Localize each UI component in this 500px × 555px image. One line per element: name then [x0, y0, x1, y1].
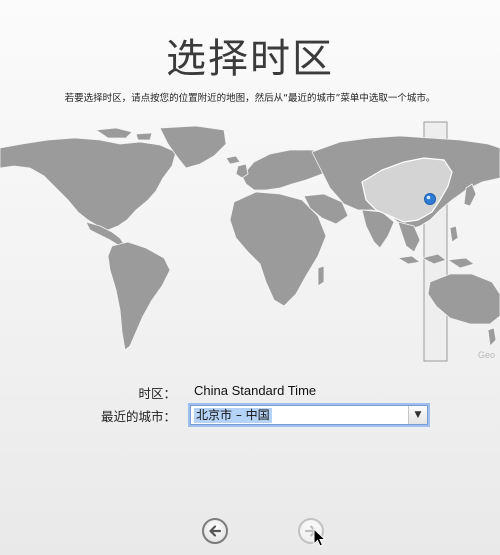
nearest-city-input[interactable]: 北京市 – 中国 — [194, 408, 272, 423]
back-arrow-icon — [209, 525, 222, 537]
location-pin[interactable] — [424, 193, 436, 205]
timezone-label: 时区： — [138, 386, 176, 401]
philippines-landmass — [449, 225, 459, 243]
dropdown-button[interactable]: ▼ — [408, 406, 427, 424]
map-credit: Geo — [478, 350, 496, 360]
location-pin-highlight — [426, 195, 431, 200]
chevron-down-icon: ▼ — [414, 410, 422, 420]
back-button[interactable] — [202, 518, 228, 544]
south-america-landmass — [107, 241, 171, 351]
instruction-text: 若要选择时区，请点按您的位置附近的地图，然后从“最近的城市”菜单中选取一个城市。 — [64, 93, 436, 104]
mouse-cursor-icon — [313, 528, 327, 547]
nearest-city-label: 最近的城市： — [100, 409, 176, 424]
new-zealand-landmass — [487, 327, 497, 347]
world-map-svg[interactable] — [0, 118, 500, 368]
north-america-landmass — [0, 137, 177, 231]
world-map[interactable] — [0, 118, 500, 368]
nearest-city-combobox[interactable]: 北京市 – 中国 ▼ — [190, 405, 428, 425]
timezone-value: China Standard Time — [194, 383, 317, 398]
arctic-islands-landmass — [94, 127, 153, 141]
madagascar-landmass — [317, 265, 325, 287]
page-title: 选择时区 — [166, 36, 334, 82]
iceland-landmass — [225, 155, 241, 165]
